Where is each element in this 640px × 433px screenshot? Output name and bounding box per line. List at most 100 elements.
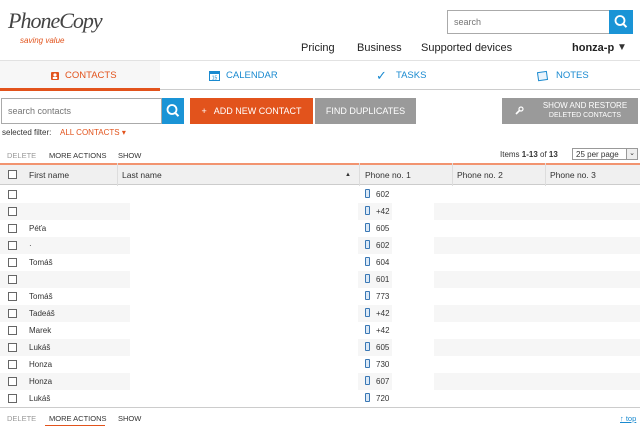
pagination-prefix: Items [500,150,522,159]
per-page-select[interactable]: 25 per page ⌄ [572,148,638,160]
table-row[interactable]: +42 [0,203,640,220]
col-last-name[interactable]: Last name [122,170,162,180]
col-first-name[interactable]: First name [29,170,69,180]
last-name-cell[interactable] [130,237,358,254]
last-name-cell[interactable] [130,322,358,339]
sort-ascending-icon[interactable]: ▲ [345,172,351,178]
user-menu[interactable]: honza-p [572,42,614,54]
phone-1-cell[interactable]: +42 [376,326,390,335]
mobile-phone-icon [365,223,370,232]
mobile-phone-icon [365,206,370,215]
nav-business[interactable]: Business [357,42,402,54]
last-name-cell[interactable] [130,203,358,220]
table-row[interactable]: Lukáš 605 [0,339,640,356]
global-search-button[interactable] [609,10,633,34]
phonecopy-logo[interactable]: PhoneCopy saving value [6,6,103,48]
table-row[interactable]: Honza 730 [0,356,640,373]
table-row[interactable]: · 602 [0,237,640,254]
phone-1-cell[interactable]: +42 [376,207,390,216]
user-menu-caret-icon[interactable]: ▼ [617,42,627,53]
table-row[interactable]: Tomáš 773 [0,288,640,305]
last-name-cell[interactable] [130,305,358,322]
contact-search-input[interactable] [1,98,162,124]
filter-select[interactable]: ALL CONTACTS ▾ [60,128,126,137]
first-name-cell[interactable]: Péťa [29,224,46,233]
phone-1-cell[interactable]: 605 [376,224,389,233]
svg-text:15: 15 [212,76,218,82]
first-name-cell[interactable]: Tomáš [29,292,53,301]
first-name-cell[interactable]: Marek [29,326,51,335]
add-new-contact-label: ADD NEW CONTACT [213,106,302,116]
phone-1-cell[interactable]: 602 [376,241,389,250]
find-duplicates-button[interactable]: FIND DUPLICATES [315,98,416,124]
tab-tasks[interactable]: ✓ TASKS [320,61,480,91]
row-checkbox[interactable] [8,360,17,369]
first-name-cell[interactable]: Honza [29,360,52,369]
last-name-cell[interactable] [130,339,358,356]
phone-1-cell[interactable]: 601 [376,275,389,284]
row-checkbox[interactable] [8,224,17,233]
show-link[interactable]: SHOW [118,151,141,160]
row-checkbox[interactable] [8,275,17,284]
row-checkbox[interactable] [8,309,17,318]
phone-1-cell[interactable]: 730 [376,360,389,369]
tab-notes[interactable]: NOTES [480,61,640,91]
first-name-cell[interactable]: Lukáš [29,394,50,403]
row-checkbox[interactable] [8,190,17,199]
table-row[interactable]: Tomáš 604 [0,254,640,271]
first-name-cell[interactable]: Tadeáš [29,309,55,318]
table-row[interactable]: Lukáš 720 [0,390,640,407]
last-name-cell[interactable] [130,220,358,237]
row-checkbox[interactable] [8,258,17,267]
table-row[interactable]: 601 [0,271,640,288]
phone-1-cell[interactable]: 720 [376,394,389,403]
select-all-checkbox[interactable] [8,170,17,179]
more-actions-link-bottom[interactable]: MORE ACTIONS [49,414,107,423]
global-search-input[interactable] [447,10,610,34]
row-checkbox[interactable] [8,241,17,250]
last-name-cell[interactable] [130,271,358,288]
phone-1-cell[interactable]: 605 [376,343,389,352]
nav-supported-devices[interactable]: Supported devices [421,42,512,54]
table-row[interactable]: Tadeáš +42 [0,305,640,322]
table-row[interactable]: Péťa 605 [0,220,640,237]
delete-link[interactable]: DELETE [7,151,36,160]
back-to-top-link[interactable]: ↑ top [620,414,636,423]
row-checkbox[interactable] [8,207,17,216]
first-name-cell[interactable]: · [29,241,32,250]
last-name-cell[interactable] [130,254,358,271]
phone-1-cell[interactable]: 604 [376,258,389,267]
table-row[interactable]: Marek +42 [0,322,640,339]
table-row[interactable]: 602 [0,186,640,203]
nav-pricing[interactable]: Pricing [301,42,335,54]
first-name-cell[interactable]: Tomáš [29,258,53,267]
phone-1-cell[interactable]: 602 [376,190,389,199]
add-new-contact-button[interactable]: + ADD NEW CONTACT [190,98,313,124]
phone-1-cell[interactable]: +42 [376,309,390,318]
row-checkbox[interactable] [8,292,17,301]
phone-1-cell[interactable]: 773 [376,292,389,301]
col-phone-2[interactable]: Phone no. 2 [457,170,503,180]
first-name-cell[interactable]: Honza [29,377,52,386]
last-name-cell[interactable] [130,373,358,390]
row-checkbox[interactable] [8,326,17,335]
col-phone-1[interactable]: Phone no. 1 [365,170,411,180]
show-link-bottom[interactable]: SHOW [118,414,141,423]
more-actions-link[interactable]: MORE ACTIONS [49,151,107,160]
show-restore-deleted-button[interactable]: SHOW AND RESTORE DELETED CONTACTS [502,98,638,124]
contact-search-button[interactable] [162,98,184,124]
tab-calendar[interactable]: 15 CALENDAR [160,61,320,91]
last-name-cell[interactable] [130,390,358,407]
row-checkbox[interactable] [8,394,17,403]
tab-contacts[interactable]: CONTACTS [0,61,160,91]
col-phone-3[interactable]: Phone no. 3 [550,170,596,180]
last-name-cell[interactable] [130,356,358,373]
row-checkbox[interactable] [8,377,17,386]
last-name-cell[interactable] [130,288,358,305]
first-name-cell[interactable]: Lukáš [29,343,50,352]
phone-1-cell[interactable]: 607 [376,377,389,386]
row-checkbox[interactable] [8,343,17,352]
table-row[interactable]: Honza 607 [0,373,640,390]
last-name-cell[interactable] [130,186,358,203]
delete-link-bottom[interactable]: DELETE [7,414,36,423]
